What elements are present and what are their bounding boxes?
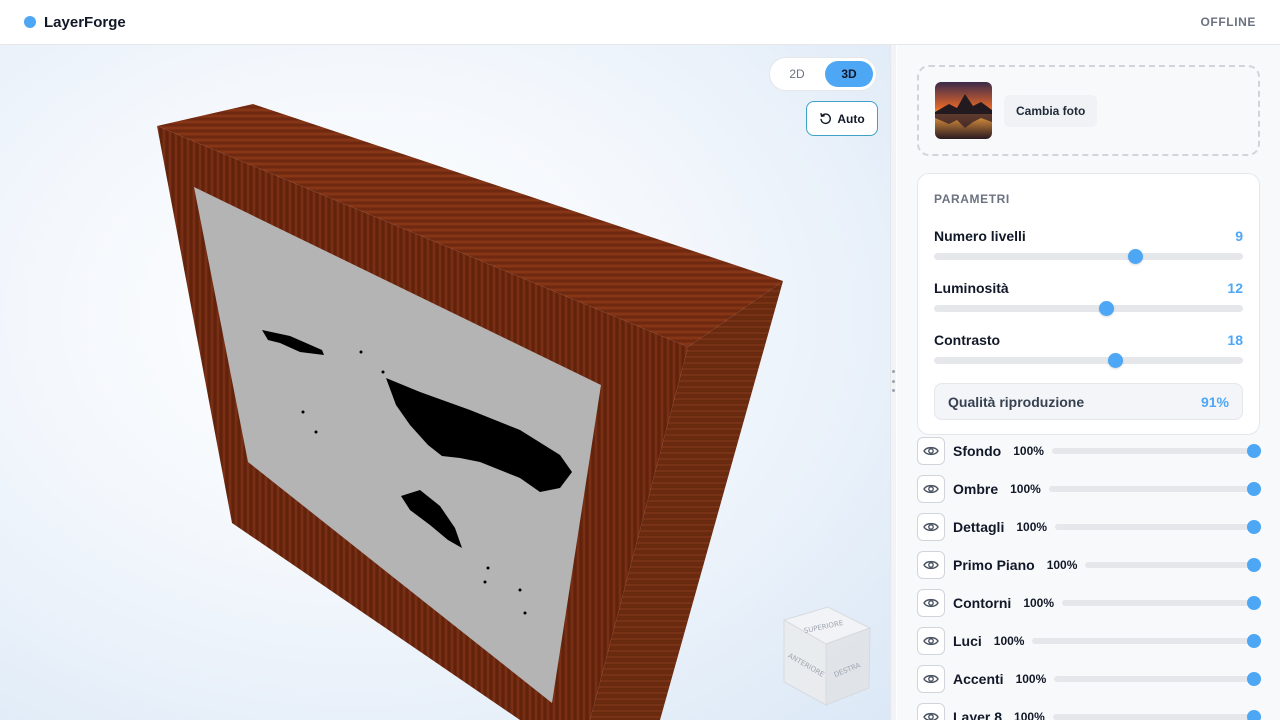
layer-opacity-value: 100%: [1015, 672, 1047, 686]
layer-name: Layer 8: [953, 709, 1003, 720]
slider-handle[interactable]: [1247, 634, 1261, 648]
param-brightness: Luminosità 12: [934, 280, 1243, 320]
settings-panel: Cambia foto PARAMETRI Numero livelli 9 L…: [897, 45, 1280, 720]
layer-opacity-slider[interactable]: [1048, 482, 1261, 496]
parameters-card: PARAMETRI Numero livelli 9 Luminosità 12…: [917, 173, 1260, 435]
param-levels: Numero livelli 9: [934, 228, 1243, 268]
layer-opacity-slider[interactable]: [1051, 444, 1261, 458]
layer-name: Luci: [953, 633, 982, 649]
layer-row: Dettagli 100%: [917, 512, 1261, 542]
layer-opacity-value: 100%: [1016, 520, 1048, 534]
layer-opacity-slider[interactable]: [1085, 558, 1261, 572]
quality-indicator: Qualità riproduzione 91%: [934, 383, 1243, 420]
layer-row: Contorni 100%: [917, 588, 1261, 618]
view-mode-toggle: 2D 3D: [769, 57, 877, 91]
auto-rotate-button[interactable]: Auto: [806, 101, 878, 136]
layer-opacity-slider[interactable]: [1052, 710, 1261, 720]
param-value: 18: [1227, 332, 1243, 348]
photo-thumbnail: [935, 82, 992, 139]
layer-opacity-slider[interactable]: [1054, 672, 1261, 686]
eye-icon[interactable]: [917, 589, 945, 617]
layer-row: Accenti 100%: [917, 664, 1261, 694]
param-label: Contrasto: [934, 332, 1001, 348]
layer-opacity-value: 100%: [1010, 482, 1041, 496]
slider-handle[interactable]: [1247, 520, 1261, 534]
layer-name: Ombre: [953, 481, 999, 497]
slider-handle[interactable]: [1098, 301, 1114, 316]
eye-icon[interactable]: [917, 437, 945, 465]
layer-name: Contorni: [953, 595, 1012, 611]
app-title: LayerForge: [44, 13, 126, 31]
param-label: Numero livelli: [934, 228, 1026, 244]
layer-name: Primo Piano: [953, 557, 1035, 573]
eye-icon[interactable]: [917, 703, 945, 720]
levels-slider[interactable]: [934, 249, 1243, 264]
layer-opacity-slider[interactable]: [1062, 596, 1261, 610]
3d-viewport[interactable]: SUPERIORE ANTERIORE DESTRA 2D 3D Auto: [0, 45, 890, 720]
brand-dot-icon: [24, 16, 36, 28]
slider-handle[interactable]: [1247, 672, 1261, 686]
layer-opacity-value: 100%: [1013, 444, 1044, 458]
slider-handle[interactable]: [1247, 444, 1261, 458]
grip-icon: [892, 370, 895, 392]
view-2d-button[interactable]: 2D: [773, 61, 821, 87]
app-header: LayerForge OFFLINE: [0, 0, 1280, 45]
photo-dropzone[interactable]: Cambia foto: [917, 65, 1260, 156]
layer-row: Sfondo 100%: [917, 436, 1261, 466]
eye-icon[interactable]: [917, 665, 945, 693]
param-contrast: Contrasto 18: [934, 332, 1243, 372]
slider-handle[interactable]: [1247, 558, 1261, 572]
eye-icon[interactable]: [917, 513, 945, 541]
layer-name: Dettagli: [953, 519, 1005, 535]
layer-name: Accenti: [953, 671, 1004, 687]
layer-name: Sfondo: [953, 443, 1002, 459]
contrast-slider[interactable]: [934, 353, 1243, 368]
layer-opacity-slider[interactable]: [1055, 520, 1261, 534]
layer-opacity-slider[interactable]: [1032, 634, 1261, 648]
rotate-icon: [820, 112, 832, 125]
param-value: 12: [1227, 280, 1243, 296]
connection-status: OFFLINE: [1200, 15, 1256, 29]
layer-row: Ombre 100%: [917, 474, 1261, 504]
slider-handle[interactable]: [1247, 596, 1261, 610]
slider-handle[interactable]: [1127, 249, 1143, 264]
view-3d-button[interactable]: 3D: [825, 61, 873, 87]
quality-value: 91%: [1200, 394, 1229, 410]
layer-row: Luci 100%: [917, 626, 1261, 656]
eye-icon[interactable]: [917, 627, 945, 655]
layer-opacity-value: 100%: [1014, 710, 1045, 720]
quality-label: Qualità riproduzione: [948, 394, 1085, 410]
change-photo-button[interactable]: Cambia foto: [1004, 94, 1098, 127]
layer-row: Layer 8 100%: [917, 702, 1261, 720]
panel-resize-handle[interactable]: [890, 45, 896, 720]
layer-opacity-value: 100%: [993, 634, 1025, 648]
layer-opacity-value: 100%: [1046, 558, 1078, 572]
eye-icon[interactable]: [917, 551, 945, 579]
param-value: 9: [1235, 228, 1243, 244]
auto-rotate-label: Auto: [837, 111, 865, 126]
navigation-cube[interactable]: SUPERIORE ANTERIORE DESTRA: [782, 606, 872, 706]
slider-handle[interactable]: [1247, 482, 1261, 496]
parameters-title: PARAMETRI: [934, 192, 1010, 206]
layer-opacity-value: 100%: [1023, 596, 1055, 610]
brightness-slider[interactable]: [934, 301, 1243, 316]
eye-icon[interactable]: [917, 475, 945, 503]
layer-row: Primo Piano 100%: [917, 550, 1261, 580]
slider-handle[interactable]: [1247, 710, 1261, 720]
param-label: Luminosità: [934, 280, 1009, 296]
slider-handle[interactable]: [1107, 353, 1123, 368]
layer-model-3d[interactable]: SUPERIORE ANTERIORE DESTRA: [0, 45, 890, 720]
